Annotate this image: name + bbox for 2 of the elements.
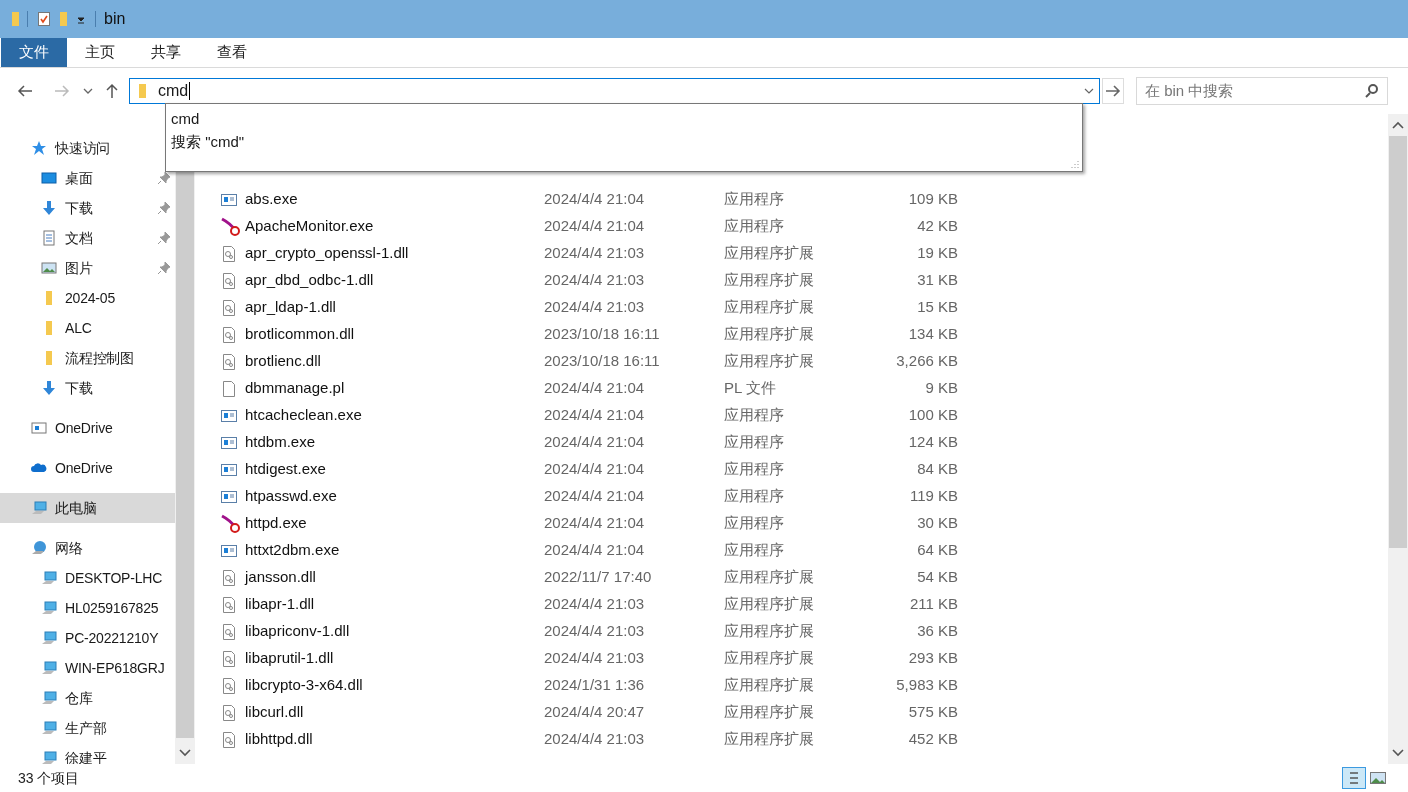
window-title: bin xyxy=(104,9,126,29)
item-count: 33 个项目 xyxy=(18,768,81,788)
